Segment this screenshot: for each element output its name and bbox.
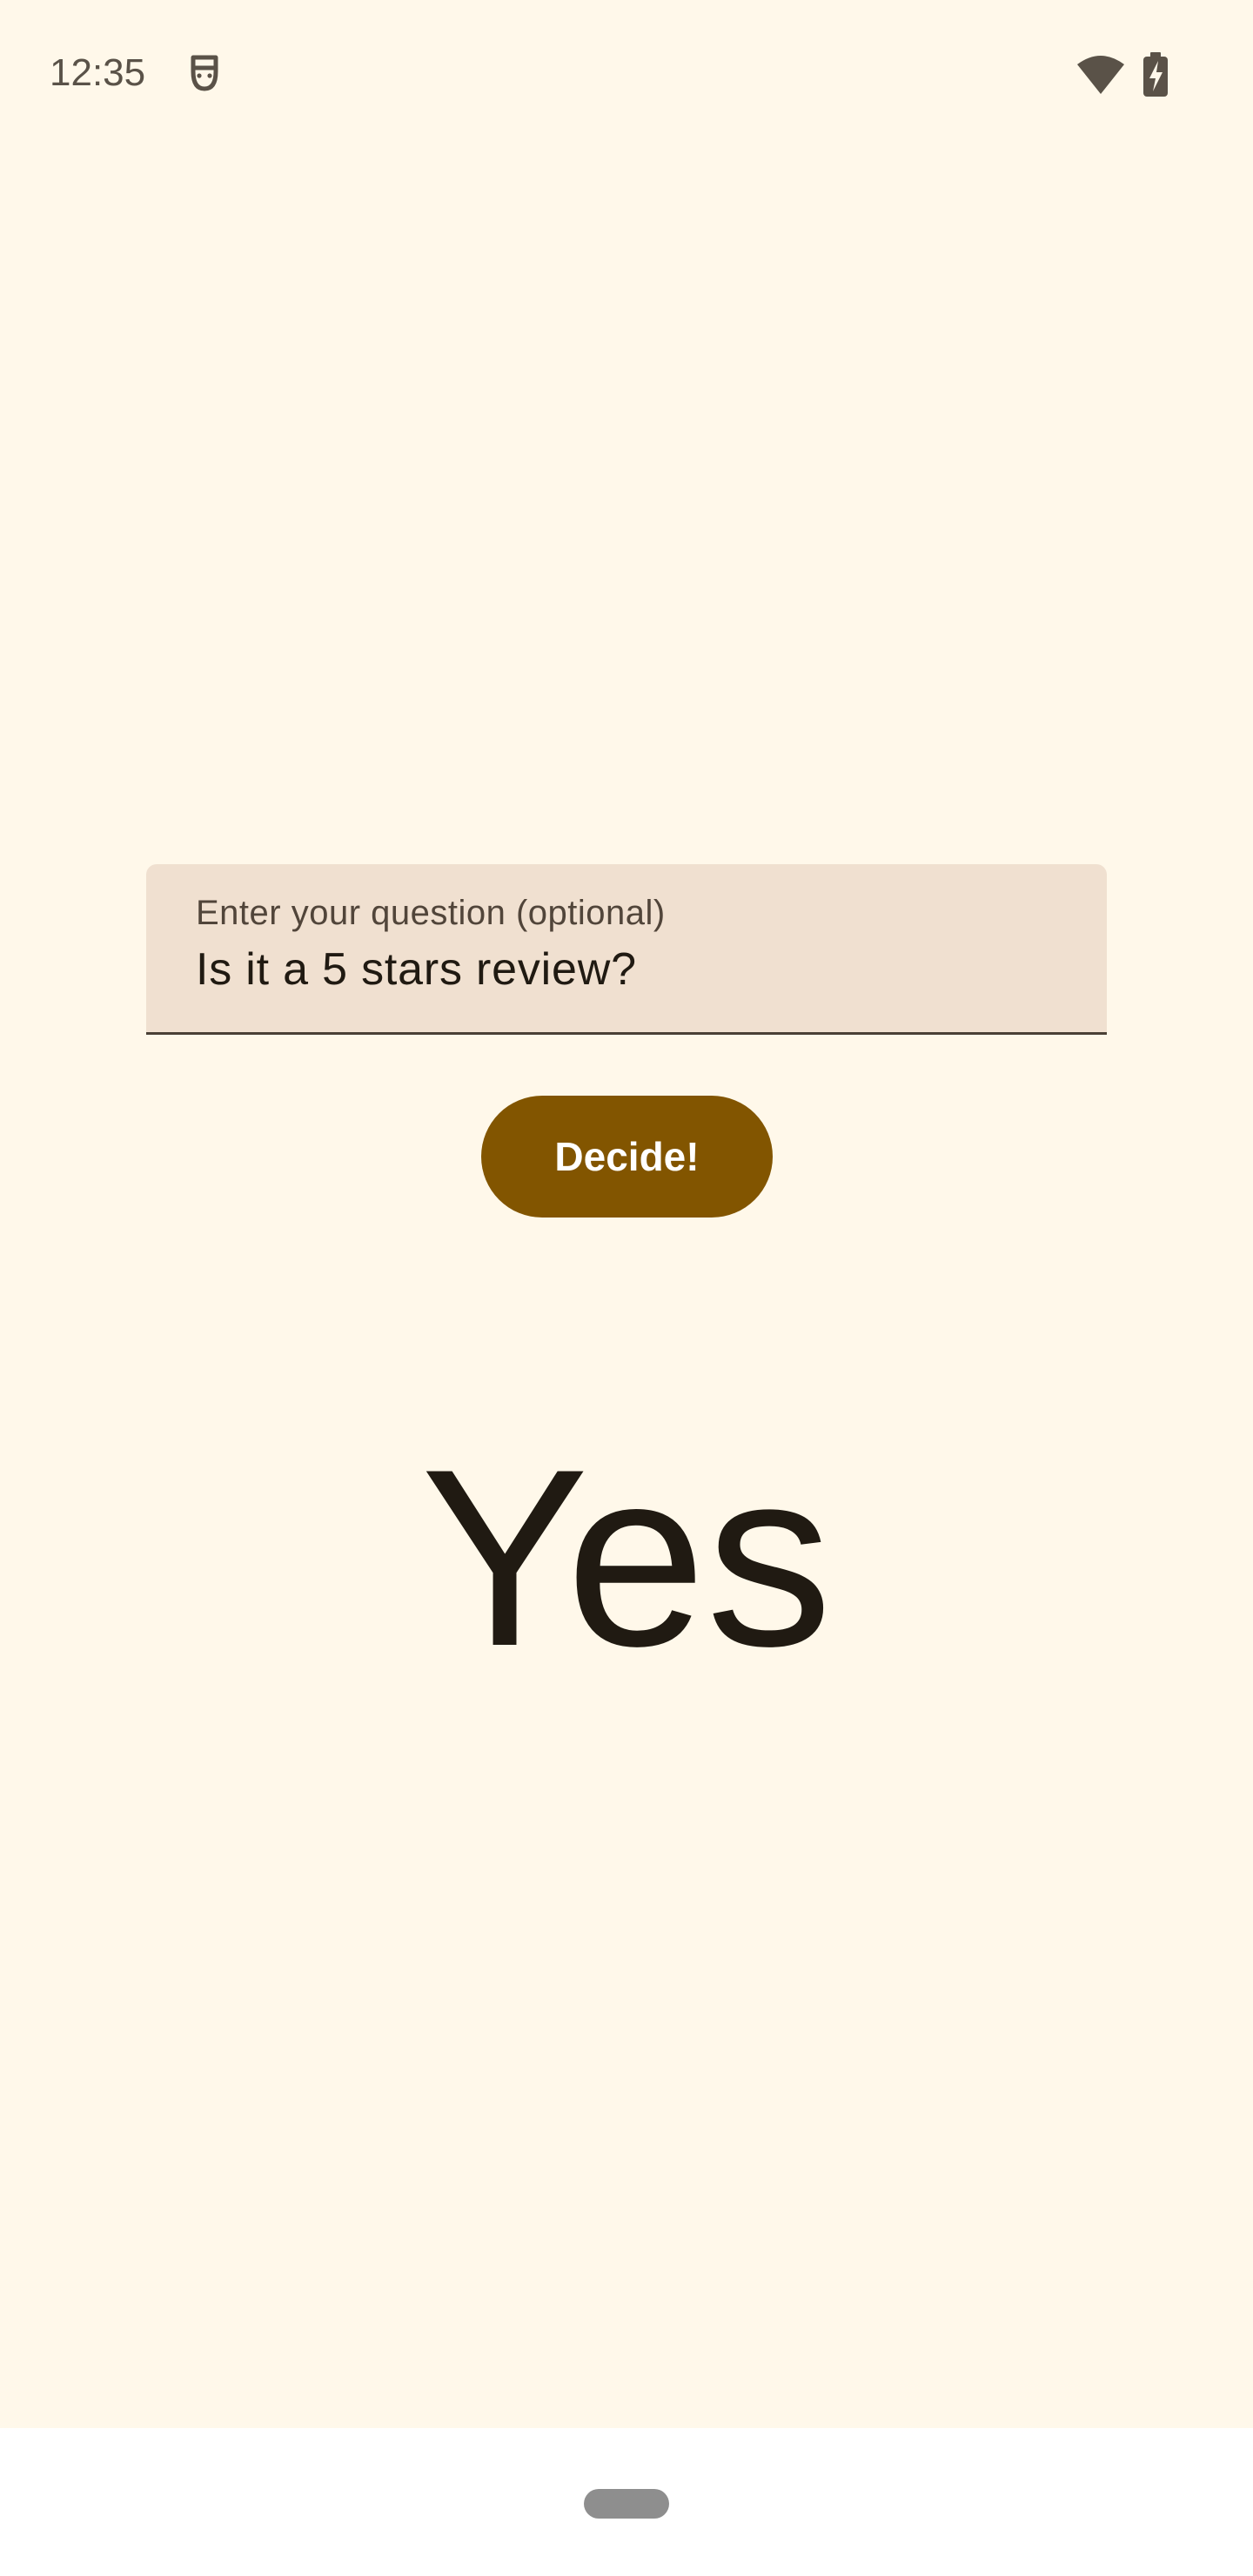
question-input[interactable] bbox=[196, 941, 1057, 998]
decide-button[interactable]: Decide! bbox=[481, 1096, 773, 1218]
status-bar: 12:35 bbox=[0, 0, 1253, 148]
wifi-icon bbox=[1075, 54, 1126, 96]
question-text-field[interactable]: Enter your question (optional) bbox=[146, 864, 1107, 1035]
home-gesture-handle[interactable] bbox=[584, 2489, 669, 2519]
battery-charging-icon bbox=[1142, 52, 1169, 97]
question-field-label: Enter your question (optional) bbox=[196, 894, 666, 932]
debug-icon bbox=[184, 52, 224, 96]
status-time: 12:35 bbox=[50, 51, 146, 94]
answer-text: Yes bbox=[420, 1417, 833, 1699]
navigation-bar bbox=[0, 2428, 1253, 2576]
